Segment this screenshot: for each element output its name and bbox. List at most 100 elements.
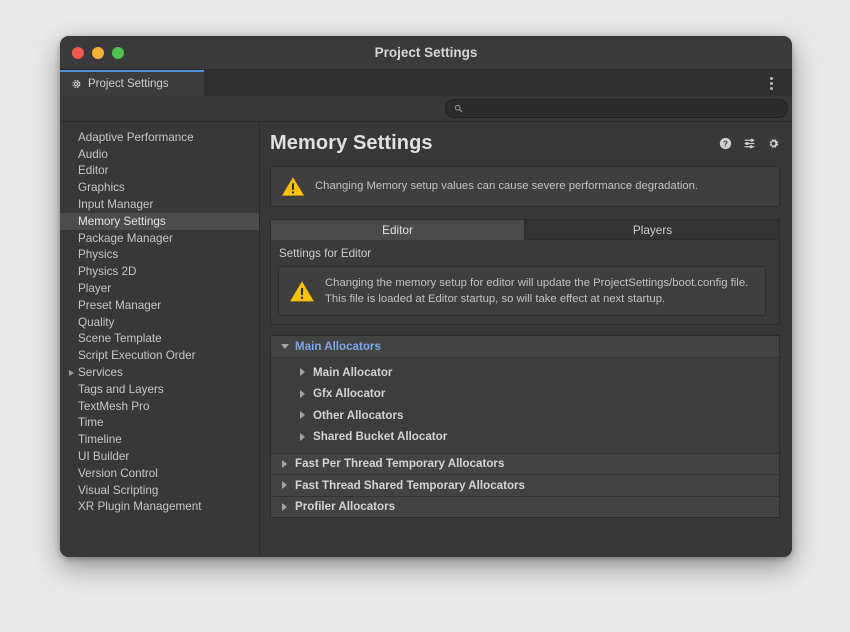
sidebar-item-visual-scripting[interactable]: Visual Scripting: [60, 482, 259, 499]
page-header: Memory Settings ?: [270, 132, 786, 155]
sidebar-item-label: Package Manager: [77, 232, 173, 245]
search-box[interactable]: [445, 99, 788, 118]
chevron-right-icon[interactable]: [296, 433, 309, 441]
sidebar-item-package-manager[interactable]: Package Manager: [60, 230, 259, 247]
tree-section-label: Fast Thread Shared Temporary Allocators: [291, 479, 525, 492]
chevron-right-icon[interactable]: [66, 370, 77, 376]
window-title: Project Settings: [60, 45, 792, 60]
tree-section-profiler-allocators[interactable]: Profiler Allocators: [271, 496, 779, 518]
sidebar-item-xr-plugin-management[interactable]: XR Plugin Management: [60, 499, 259, 516]
sidebar-item-label: Player: [77, 282, 111, 295]
project-settings-window: Project Settings Project Settings: [60, 36, 792, 557]
sidebar-item-services[interactable]: Services: [60, 364, 259, 381]
warning-triangle-icon: [289, 280, 315, 303]
tree-item-label: Shared Bucket Allocator: [309, 430, 447, 443]
sidebar-item-audio[interactable]: Audio: [60, 146, 259, 163]
sidebar-item-label: XR Plugin Management: [77, 500, 201, 513]
tree-section-label: Profiler Allocators: [291, 500, 395, 513]
sidebar-item-quality[interactable]: Quality: [60, 314, 259, 331]
sidebar-item-time[interactable]: Time: [60, 415, 259, 432]
tree-item-main-allocator[interactable]: Main Allocator: [271, 362, 779, 384]
settings-main-panel: Memory Settings ?: [260, 122, 792, 557]
gear-icon[interactable]: [767, 137, 780, 150]
sidebar-item-scene-template[interactable]: Scene Template: [60, 331, 259, 348]
help-icon[interactable]: ?: [719, 137, 732, 150]
sidebar-item-tags-and-layers[interactable]: Tags and Layers: [60, 381, 259, 398]
sidebar-item-label: TextMesh Pro: [77, 400, 149, 413]
sidebar-item-label: Adaptive Performance: [77, 131, 194, 144]
tree-item-label: Gfx Allocator: [309, 387, 385, 400]
sidebar-item-editor[interactable]: Editor: [60, 163, 259, 180]
tab-project-settings[interactable]: Project Settings: [60, 70, 204, 96]
sidebar-item-physics-2d[interactable]: Physics 2D: [60, 263, 259, 280]
window-titlebar: Project Settings: [60, 36, 792, 70]
sidebar-item-label: Audio: [77, 148, 108, 161]
sidebar-item-memory-settings[interactable]: Memory Settings: [60, 213, 259, 230]
sidebar-item-ui-builder[interactable]: UI Builder: [60, 448, 259, 465]
warning-triangle-icon: [281, 176, 305, 197]
sidebar-item-player[interactable]: Player: [60, 280, 259, 297]
maximize-window-button[interactable]: [112, 47, 124, 59]
chevron-right-icon[interactable]: [296, 390, 309, 398]
tab-label: Project Settings: [88, 78, 169, 90]
search-icon: [454, 104, 463, 113]
sidebar-item-adaptive-performance[interactable]: Adaptive Performance: [60, 129, 259, 146]
sidebar-item-label: Physics: [77, 248, 118, 261]
sidebar-item-label: Version Control: [77, 467, 158, 480]
chevron-right-icon[interactable]: [296, 368, 309, 376]
sidebar-item-label: Preset Manager: [77, 299, 161, 312]
tree-group-main-allocators[interactable]: Main Allocators: [271, 336, 779, 358]
kebab-dot: [770, 77, 773, 80]
sidebar-item-input-manager[interactable]: Input Manager: [60, 196, 259, 213]
tab-players[interactable]: Players: [525, 219, 780, 240]
tree-item-other-allocators[interactable]: Other Allocators: [271, 405, 779, 427]
preset-sliders-icon[interactable]: [743, 137, 756, 150]
chevron-right-icon[interactable]: [296, 411, 309, 419]
sidebar-item-timeline[interactable]: Timeline: [60, 431, 259, 448]
sidebar-item-label: Visual Scripting: [77, 484, 158, 497]
chevron-down-icon[interactable]: [278, 344, 291, 349]
kebab-menu-icon[interactable]: [764, 70, 778, 96]
sidebar-item-label: Quality: [77, 316, 114, 329]
sidebar-item-textmesh-pro[interactable]: TextMesh Pro: [60, 398, 259, 415]
tree-section-fast-per-thread-temporary-allocators[interactable]: Fast Per Thread Temporary Allocators: [271, 453, 779, 475]
sidebar-item-label: Tags and Layers: [77, 383, 164, 396]
settings-category-sidebar: Adaptive Performance Audio Editor Graphi…: [60, 122, 260, 557]
tree-section-fast-thread-shared-temporary-allocators[interactable]: Fast Thread Shared Temporary Allocators: [271, 474, 779, 496]
editor-boot-config-helpbox: Changing the memory setup for editor wil…: [278, 266, 766, 316]
page-title: Memory Settings: [270, 132, 433, 155]
search-row: [60, 96, 792, 122]
tree-item-shared-bucket-allocator[interactable]: Shared Bucket Allocator: [271, 426, 779, 448]
tree-children-main-allocators: Main Allocator Gfx Allocator Other Alloc…: [271, 358, 779, 453]
svg-text:?: ?: [723, 139, 728, 148]
sidebar-item-label: Graphics: [77, 181, 125, 194]
search-input[interactable]: [468, 103, 779, 115]
editor-tab-strip: Project Settings: [60, 70, 792, 96]
sidebar-item-version-control[interactable]: Version Control: [60, 465, 259, 482]
sidebar-item-graphics[interactable]: Graphics: [60, 179, 259, 196]
sidebar-item-label: Scene Template: [77, 332, 162, 345]
sidebar-item-physics[interactable]: Physics: [60, 247, 259, 264]
sidebar-item-label: Services: [77, 366, 123, 379]
memory-warning-text: Changing Memory setup values can cause s…: [315, 178, 698, 194]
minimize-window-button[interactable]: [92, 47, 104, 59]
sidebar-item-label: Memory Settings: [77, 215, 166, 228]
sidebar-item-label: Script Execution Order: [77, 349, 196, 362]
chevron-right-icon[interactable]: [278, 481, 291, 489]
sidebar-item-label: Input Manager: [77, 198, 153, 211]
sidebar-item-label: UI Builder: [77, 450, 129, 463]
tree-item-gfx-allocator[interactable]: Gfx Allocator: [271, 383, 779, 405]
tab-editor-label: Editor: [382, 223, 413, 237]
chevron-right-icon[interactable]: [278, 503, 291, 511]
close-window-button[interactable]: [72, 47, 84, 59]
tab-players-label: Players: [633, 223, 672, 237]
platform-tabs: Editor Players: [270, 219, 780, 240]
tree-item-label: Main Allocator: [309, 366, 392, 379]
sidebar-item-label: Time: [77, 416, 104, 429]
sidebar-item-label: Physics 2D: [77, 265, 136, 278]
window-body: Adaptive Performance Audio Editor Graphi…: [60, 122, 792, 557]
sidebar-item-preset-manager[interactable]: Preset Manager: [60, 297, 259, 314]
chevron-right-icon[interactable]: [278, 460, 291, 468]
sidebar-item-script-execution-order[interactable]: Script Execution Order: [60, 347, 259, 364]
tab-editor[interactable]: Editor: [270, 219, 525, 240]
